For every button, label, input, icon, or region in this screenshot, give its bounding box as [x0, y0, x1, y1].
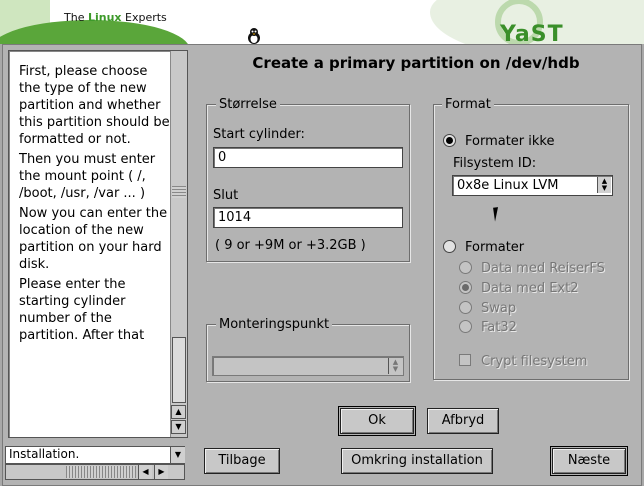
format-label[interactable]: Formater	[465, 240, 524, 255]
fsid-value: 0x8e Linux LVM	[457, 178, 559, 193]
size-group-title: Størrelse	[216, 97, 280, 112]
crypt-checkbox[interactable]	[459, 354, 471, 366]
scroll-grip[interactable]	[172, 186, 186, 198]
help-text: First, please choose the type of the new…	[19, 63, 171, 347]
mouse-pointer-icon	[493, 206, 505, 222]
scroll-thumb[interactable]	[172, 337, 186, 403]
fsid-label: Filsystem ID:	[453, 156, 537, 171]
abort-installation-button[interactable]: Omkring installation	[341, 448, 493, 474]
horizontal-scrollbar[interactable]: ◀ ▶	[5, 464, 185, 480]
tux-penguin-icon	[248, 28, 260, 44]
fat32-radio[interactable]	[459, 320, 472, 333]
reiserfs-radio[interactable]	[459, 261, 472, 274]
start-cylinder-label: Start cylinder:	[213, 127, 305, 142]
tagline-highlight: Linux	[87, 11, 122, 24]
format-radio[interactable]	[443, 240, 456, 253]
updown-arrow-icon[interactable]: ▲ ▼	[597, 177, 611, 193]
end-cylinder-input[interactable]: 1014	[213, 207, 403, 228]
fsid-select[interactable]: 0x8e Linux LVM ▲ ▼	[452, 175, 613, 196]
help-paragraph: First, please choose the type of the new…	[19, 64, 170, 147]
help-paragraph: Please enter the starting cylinder numbe…	[19, 277, 145, 343]
fat32-label: Fat32	[481, 320, 517, 335]
scroll-down-arrow-icon[interactable]: ▼	[171, 420, 186, 434]
no-format-label[interactable]: Formater ikke	[465, 134, 555, 149]
ext2-label: Data med Ext2	[481, 281, 579, 296]
help-paragraph: Now you can enter the location of the ne…	[19, 206, 168, 272]
next-button[interactable]: Næste	[550, 446, 628, 476]
mount-point-select[interactable]: ▲ ▼	[212, 356, 404, 376]
dialog-title: Create a primary partition on /dev/hdb	[252, 54, 580, 72]
yast-logo: YaST	[500, 22, 564, 44]
ok-button[interactable]: Ok	[338, 406, 416, 436]
help-topic-value: Installation.	[9, 447, 80, 461]
swap-radio[interactable]	[459, 301, 472, 314]
reiserfs-label: Data med ReiserFS	[481, 261, 605, 276]
help-paragraph: Then you must enter the mount point ( /,…	[19, 152, 156, 201]
help-topic-combo[interactable]: Installation. ▼	[5, 446, 185, 464]
back-button[interactable]: Tilbage	[204, 448, 280, 474]
end-cylinder-label: Slut	[213, 188, 239, 203]
ext2-radio[interactable]	[459, 281, 472, 294]
scroll-up-arrow-icon[interactable]: ▲	[171, 405, 186, 419]
help-panel: First, please choose the type of the new…	[8, 50, 188, 438]
dropdown-arrow-icon[interactable]: ▼	[170, 447, 185, 463]
crypt-label: Crypt filesystem	[481, 354, 588, 369]
cancel-button[interactable]: Afbryd	[427, 408, 499, 434]
hscroll-grip[interactable]	[66, 466, 136, 478]
help-scrollbar[interactable]: ▲ ▼	[170, 51, 187, 437]
scroll-right-arrow-icon[interactable]: ▶	[154, 465, 168, 479]
scroll-left-arrow-icon[interactable]: ◀	[138, 465, 152, 479]
updown-arrow-icon[interactable]: ▲ ▼	[388, 358, 402, 374]
start-cylinder-input[interactable]: 0	[213, 147, 403, 168]
tagline: The Linux Experts	[64, 11, 167, 24]
header-banner: The Linux Experts YaST	[0, 0, 644, 44]
tagline-suffix: Experts	[121, 11, 167, 24]
tagline-prefix: The	[64, 11, 88, 24]
swap-label: Swap	[481, 301, 517, 316]
mount-point-group-title: Monteringspunkt	[216, 317, 333, 332]
format-group-title: Format	[442, 97, 494, 112]
size-hint: ( 9 or +9M or +3.2GB )	[215, 238, 366, 253]
no-format-radio[interactable]	[443, 134, 456, 147]
